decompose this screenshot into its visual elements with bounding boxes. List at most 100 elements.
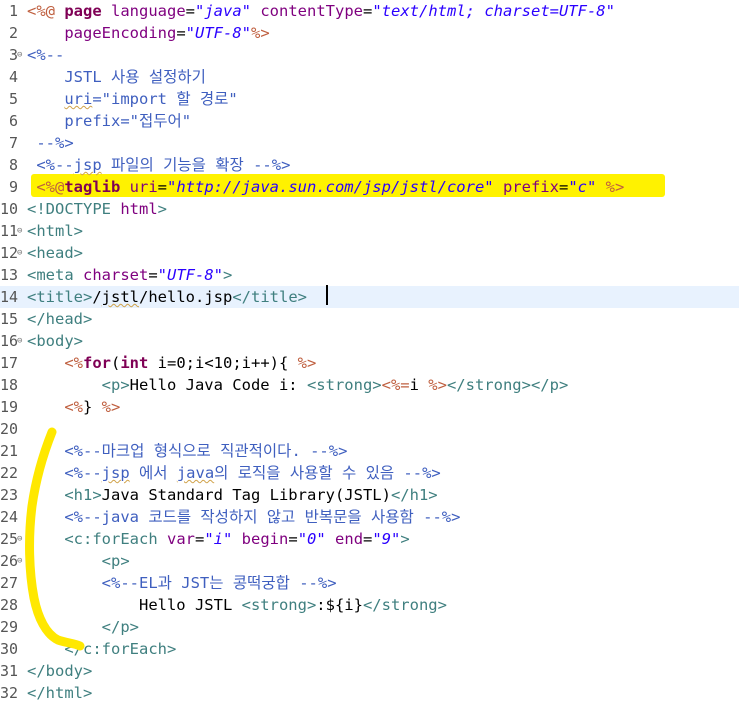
code-line[interactable]: 32 </html> <box>0 682 739 704</box>
code-line[interactable]: 28 Hello JSTL <strong>:${i}</strong> <box>0 594 739 616</box>
code-line[interactable]: 16 ⊖ <body> <box>0 330 739 352</box>
code-text[interactable]: <%--마크업 형식으로 직관적이다. --%> <box>27 440 347 462</box>
code-token: <%-- <box>27 464 102 482</box>
code-line[interactable]: 14 <title>/jstl/hello.jsp</title> <box>0 286 739 308</box>
code-text[interactable]: --%> <box>27 132 73 154</box>
fold-toggle-icon[interactable]: ⊖ <box>17 248 22 258</box>
code-line[interactable]: 20 <box>0 418 739 440</box>
code-text[interactable]: <body> <box>27 330 83 352</box>
code-line[interactable]: 22 <%--jsp 에서 java의 로직을 사용할 수 있음 --%> <box>0 462 739 484</box>
fold-toggle-icon[interactable]: ⊖ <box>17 534 22 544</box>
code-line[interactable]: 31 </body> <box>0 660 739 682</box>
code-text[interactable]: <%@taglib uri="http://java.sun.com/jsp/j… <box>27 176 624 198</box>
code-token: </head> <box>27 310 93 328</box>
code-line[interactable]: 17 <%for(int i=0;i<10;i++){ %> <box>0 352 739 374</box>
code-text[interactable]: <%@ page language="java" contentType="te… <box>27 0 615 22</box>
code-text[interactable]: </head> <box>27 308 92 330</box>
code-text[interactable]: <title>/jstl/hello.jsp</title> <box>27 286 307 308</box>
fold-toggle-icon[interactable]: ⊖ <box>17 556 22 566</box>
code-line[interactable]: 18 <p>Hello Java Code i: <strong><%=i %>… <box>0 374 739 396</box>
code-text[interactable]: </p> <box>27 616 139 638</box>
code-text[interactable]: <%} %> <box>27 396 120 418</box>
code-line[interactable]: 11 ⊖ <html> <box>0 220 739 242</box>
code-text[interactable]: <html> <box>27 220 83 242</box>
code-line[interactable]: 7 --%> <box>0 132 739 154</box>
code-text[interactable]: <c:forEach var="i" begin="0" end="9"> <box>27 528 409 550</box>
code-line[interactable]: 21 <%--마크업 형식으로 직관적이다. --%> <box>0 440 739 462</box>
code-text[interactable]: <h1>Java Standard Tag Library(JSTL)</h1> <box>27 484 437 506</box>
line-number: 22 <box>0 464 19 482</box>
code-text[interactable]: <%for(int i=0;i<10;i++){ %> <box>27 352 316 374</box>
code-line[interactable]: 9 <%@taglib uri="http://java.sun.com/jsp… <box>0 176 739 198</box>
code-line[interactable]: 25 ⊖ <c:forEach var="i" begin="0" end="9"… <box>0 528 739 550</box>
fold-toggle-icon[interactable]: ⊖ <box>17 226 22 236</box>
code-editor[interactable]: 1 <%@ page language="java" contentType="t… <box>0 0 739 702</box>
fold-toggle-icon[interactable]: ⊖ <box>17 50 22 60</box>
line-number: 25 <box>0 530 19 548</box>
line-number: 16 <box>0 332 19 350</box>
code-token: %> <box>250 24 270 42</box>
code-token: int <box>120 354 149 372</box>
code-line[interactable]: 24 <%--java 코드를 작성하지 않고 반복문을 사용함 --%> <box>0 506 739 528</box>
line-number: 17 <box>0 354 19 372</box>
code-line[interactable]: 27 <%--EL과 JST는 콩떡궁합 --%> <box>0 572 739 594</box>
code-token: "c" <box>568 178 597 196</box>
code-token: /hello.jsp <box>139 288 233 306</box>
code-line[interactable]: 6 prefix="접두어" <box>0 110 739 132</box>
code-line[interactable]: 12 ⊖ <head> <box>0 242 739 264</box>
code-token: <% <box>64 398 83 416</box>
code-line[interactable]: 19 <%} %> <box>0 396 739 418</box>
code-line[interactable]: 2 pageEncoding="UTF-8"%> <box>0 22 739 44</box>
fold-toggle-icon[interactable]: ⊖ <box>17 336 22 346</box>
code-line[interactable]: 29 </p> <box>0 616 739 638</box>
code-token: "i" <box>204 530 233 548</box>
code-text[interactable]: <%--java 코드를 작성하지 않고 반복문을 사용함 --%> <box>27 506 460 528</box>
code-line[interactable]: 15 </head> <box>0 308 739 330</box>
code-line[interactable]: 30 </c:forEach> <box>0 638 739 660</box>
code-token: "java" <box>195 2 251 20</box>
code-text[interactable]: <%--jsp 파일의 기능을 확장 --%> <box>27 154 290 176</box>
code-text[interactable]: Hello JSTL <strong>:${i}</strong> <box>27 594 447 616</box>
code-text[interactable]: <!DOCTYPE html> <box>27 198 167 220</box>
code-text[interactable]: <p>Hello Java Code i: <strong><%=i %></s… <box>27 374 569 396</box>
code-line[interactable]: 23 <h1>Java Standard Tag Library(JSTL)</… <box>0 484 739 506</box>
code-text[interactable]: <meta charset="UTF-8"> <box>27 264 232 286</box>
code-text[interactable]: </html> <box>27 682 92 704</box>
code-token: "UTF-8" <box>185 24 251 42</box>
code-text[interactable]: uri="import 할 경로" <box>27 88 238 110</box>
code-text[interactable]: JSTL 사용 설정하기 <box>27 66 206 88</box>
code-token: ="import 할 경로" <box>92 90 238 108</box>
code-line[interactable]: 3 ⊖ <%-- <box>0 44 739 66</box>
line-number: 10 <box>0 200 19 218</box>
line-number: 7 <box>8 134 18 152</box>
code-text[interactable]: </body> <box>27 660 92 682</box>
code-line[interactable]: 5 uri="import 할 경로" <box>0 88 739 110</box>
code-text[interactable]: <%-- <box>27 44 64 66</box>
line-number: 2 <box>8 24 18 42</box>
code-token: %> <box>101 398 121 416</box>
code-line[interactable]: 26 ⊖ <p> <box>0 550 739 572</box>
line-number: 18 <box>0 376 19 394</box>
text-cursor <box>326 285 328 305</box>
code-text[interactable]: <p> <box>27 550 130 572</box>
code-line[interactable]: 8 <%--jsp 파일의 기능을 확장 --%> <box>0 154 739 176</box>
code-text[interactable]: </c:forEach> <box>27 638 176 660</box>
code-text[interactable]: pageEncoding="UTF-8"%> <box>27 22 270 44</box>
code-token: Java Standard Tag Library(JSTL) <box>101 486 391 504</box>
code-line[interactable]: 1 <%@ page language="java" contentType="t… <box>0 0 739 22</box>
code-text[interactable]: <%--EL과 JST는 콩떡궁합 --%> <box>27 572 337 594</box>
code-line[interactable]: 13 <meta charset="UTF-8"> <box>0 264 739 286</box>
code-token: "UTF-8" <box>157 266 223 284</box>
code-text[interactable]: <head> <box>27 242 83 264</box>
code-line[interactable]: 4 JSTL 사용 설정하기 <box>0 66 739 88</box>
code-text[interactable]: <%--jsp 에서 java의 로직을 사용할 수 있음 --%> <box>27 462 440 484</box>
code-line[interactable]: 10 <!DOCTYPE html> <box>0 198 739 220</box>
code-token: var <box>166 530 195 548</box>
line-number: 32 <box>0 684 19 702</box>
code-text[interactable]: prefix="접두어" <box>27 110 191 132</box>
